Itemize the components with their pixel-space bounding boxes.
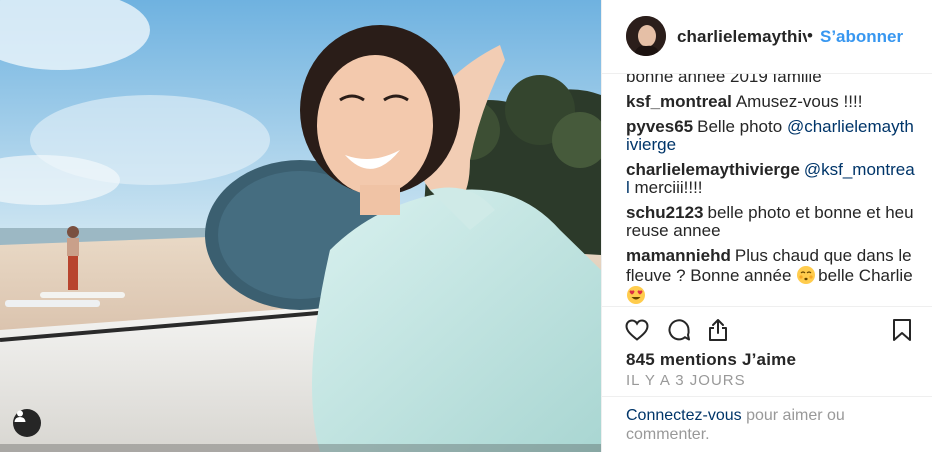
post-sidebar: charlielemaythivierge • S’abonner bonne …	[601, 0, 932, 452]
heart-outline-icon[interactable]	[623, 316, 651, 344]
comment-username[interactable]: schu2123	[626, 203, 704, 222]
user-tag-icon[interactable]	[13, 409, 41, 437]
comment-text: Belle photo	[697, 117, 783, 136]
post-photo[interactable]	[0, 0, 601, 452]
comment-text: bonne année 2019 famille	[626, 74, 822, 86]
share-upload-icon[interactable]	[704, 316, 732, 344]
comment-item: pyves65 Belle photo @charlielemaythivierg…	[626, 118, 916, 154]
login-link[interactable]: Connectez-vous	[626, 407, 742, 424]
comment-item: charlielemaythivierge @ksf_montreal merci…	[626, 161, 916, 197]
username[interactable]: charlielemaythivierge	[677, 27, 807, 47]
comment-item: bonne année 2019 famille	[626, 74, 916, 86]
avatar[interactable]	[626, 16, 666, 56]
comment-username[interactable]: pyves65	[626, 117, 693, 136]
login-text: Connectez-vous pour aimer ou commenter.	[626, 406, 916, 444]
comment-username[interactable]: ksf_montreal	[626, 92, 732, 111]
comment-text: belle Charlie	[818, 266, 913, 285]
post-header: charlielemaythivierge • S’abonner	[602, 0, 932, 74]
comment-item: mamanniehd Plus chaud que dans le fleuve …	[626, 247, 916, 305]
action-bar	[602, 306, 932, 354]
comment-item: schu2123 belle photo et bonne et heureuse…	[626, 204, 916, 240]
kissing-face-icon	[796, 265, 816, 285]
bookmark-icon[interactable]	[888, 316, 916, 344]
comments-list[interactable]: bonne année 2019 famille ksf_montreal Amu…	[602, 74, 932, 306]
comment-username[interactable]: charlielemaythivierge	[626, 160, 800, 179]
beach-surf-photo	[0, 0, 601, 452]
separator-dot: •	[807, 26, 813, 45]
login-prompt: Connectez-vous pour aimer ou commenter.	[602, 396, 932, 452]
heart-eyes-icon	[626, 285, 646, 305]
likes-count[interactable]: 845 mentions J’aime	[626, 350, 796, 370]
comment-text: merciii!!!!	[634, 178, 703, 197]
comment-item: ksf_montreal Amusez-vous !!!!	[626, 93, 916, 111]
post-timestamp[interactable]: IL Y A 3 JOURS	[626, 372, 746, 389]
comment-bubble-icon[interactable]	[665, 316, 693, 344]
follow-button[interactable]: S’abonner	[820, 27, 903, 47]
comment-text: Amusez-vous !!!!	[735, 92, 863, 111]
comment-username[interactable]: mamanniehd	[626, 246, 731, 265]
